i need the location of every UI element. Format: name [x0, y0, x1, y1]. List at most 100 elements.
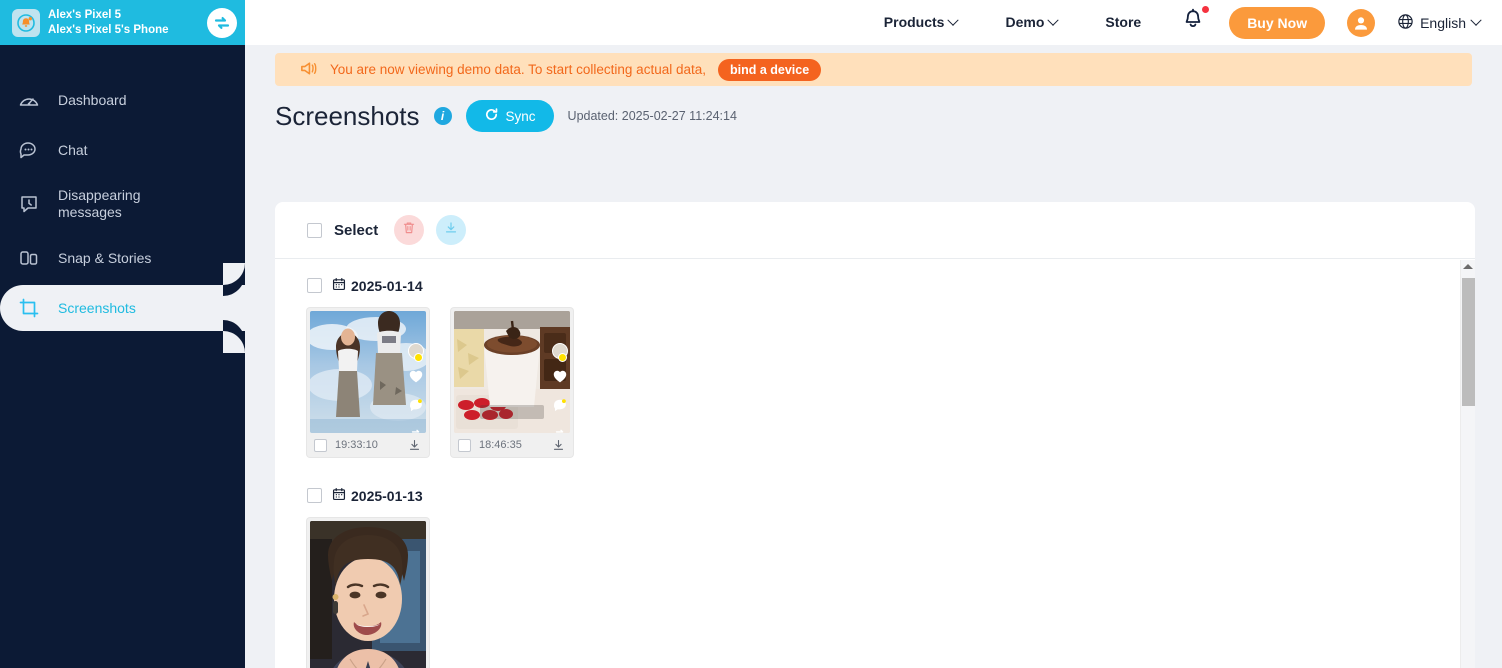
- device-names: Alex's Pixel 5 Alex's Pixel 5's Phone: [48, 8, 199, 37]
- date-group-label: 2025-01-13: [332, 487, 423, 504]
- screenshot-card[interactable]: 19:33:10: [307, 308, 429, 457]
- notification-bell-icon: [1181, 7, 1205, 38]
- date-text: 2025-01-14: [351, 277, 423, 294]
- sidebar-item-dashboard[interactable]: Dashboard: [0, 77, 245, 123]
- download-icon[interactable]: [407, 438, 422, 453]
- sidebar: Alex's Pixel 5 Alex's Pixel 5's Phone Da…: [0, 0, 245, 668]
- info-icon[interactable]: i: [433, 107, 452, 125]
- page-title: Screenshots: [275, 100, 420, 131]
- panel-toolbar: Select: [275, 202, 1475, 259]
- switch-device-icon[interactable]: [207, 7, 237, 38]
- screenshot-time: 18:46:35: [479, 439, 522, 451]
- demo-data-banner-text: You are now viewing demo data. To start …: [330, 62, 706, 77]
- share-repost-icon: [409, 428, 423, 433]
- screenshot-card-footer: 18:46:35: [454, 433, 570, 457]
- date-group-label: 2025-01-14: [332, 277, 423, 294]
- scroll-up-arrow-icon[interactable]: [1463, 264, 1473, 269]
- bell-app-icon: [12, 8, 40, 37]
- globe-icon: [1397, 13, 1414, 33]
- calendar-icon: [332, 277, 346, 294]
- delete-selected-button[interactable]: [394, 215, 425, 245]
- language-label: English: [1420, 14, 1466, 31]
- nav-products-label: Products: [883, 14, 945, 30]
- tiktok-action-rail: [552, 343, 568, 433]
- nav-store-label: Store: [1105, 14, 1142, 30]
- sidebar-item-disappearing-messages[interactable]: Disappearing messages: [0, 177, 245, 231]
- nav-products[interactable]: Products: [860, 0, 982, 45]
- download-icon: [443, 220, 459, 241]
- screenshot-checkbox[interactable]: [314, 438, 327, 452]
- date-group-header: 2025-01-13: [307, 487, 1475, 504]
- chevron-down-icon: [947, 14, 960, 26]
- date-group-checkbox[interactable]: [307, 278, 322, 293]
- screenshot-card-footer: 19:33:10: [310, 433, 426, 457]
- comment-icon: [553, 399, 567, 417]
- top-navigation-bar: Products Demo Store Buy Now English: [245, 0, 1502, 45]
- sidebar-item-screenshots[interactable]: Screenshots: [0, 263, 245, 353]
- sync-button[interactable]: Sync: [465, 100, 554, 132]
- sidebar-item-label: Snap & Stories: [58, 249, 152, 266]
- screenshot-time: 19:33:10: [335, 439, 378, 451]
- screenshot-card[interactable]: 18:46:35: [451, 308, 573, 457]
- sidebar-item-label: Dashboard: [58, 91, 127, 108]
- demo-data-banner: You are now viewing demo data. To start …: [275, 53, 1472, 86]
- megaphone-icon: [299, 59, 318, 81]
- user-avatar-icon[interactable]: [1347, 8, 1376, 37]
- screenshot-grid: 19:33:10: [307, 308, 1475, 457]
- main-content: You are now viewing demo data. To start …: [245, 45, 1502, 668]
- notification-bell-button[interactable]: [1165, 6, 1221, 38]
- nav-store[interactable]: Store: [1081, 0, 1165, 45]
- date-text: 2025-01-13: [351, 487, 423, 504]
- nav-demo-label: Demo: [1005, 14, 1045, 30]
- sidebar-item-label: Disappearing messages: [58, 187, 141, 220]
- chocolate-fondue-dessert-photo[interactable]: [454, 311, 570, 433]
- scroll-thumb[interactable]: [1462, 278, 1475, 406]
- chevron-down-icon: [1047, 14, 1060, 26]
- download-selected-button[interactable]: [436, 215, 467, 245]
- screenshots-crop-icon: [16, 295, 42, 321]
- disappearing-messages-icon: [16, 191, 42, 217]
- buy-now-button[interactable]: Buy Now: [1229, 6, 1326, 39]
- two-women-outfit-sky-photo[interactable]: [310, 311, 426, 433]
- dashboard-icon: [16, 87, 42, 113]
- device-selector-bar[interactable]: Alex's Pixel 5 Alex's Pixel 5's Phone: [0, 0, 245, 45]
- creator-avatar-icon: [552, 343, 568, 362]
- download-icon[interactable]: [551, 438, 566, 453]
- sync-button-label: Sync: [505, 108, 536, 124]
- page-header: Screenshots i Sync Updated: 2025-02-27 1…: [275, 100, 1502, 132]
- comment-icon: [409, 399, 423, 417]
- date-group-header: 2025-01-14: [307, 277, 1475, 294]
- bind-a-device-button[interactable]: bind a device: [717, 58, 822, 81]
- chevron-down-icon: [1470, 14, 1482, 26]
- sidebar-item-label: Chat: [58, 141, 88, 158]
- device-name-line2: Alex's Pixel 5's Phone: [48, 23, 169, 36]
- screenshot-checkbox[interactable]: [458, 438, 471, 452]
- calendar-icon: [332, 487, 346, 504]
- select-label: Select: [334, 221, 379, 239]
- heart-icon: [553, 370, 567, 388]
- snap-stories-icon: [16, 245, 42, 271]
- screenshot-card[interactable]: 19:33:10: [307, 518, 429, 668]
- screenshot-grid: 19:33:10: [307, 518, 1475, 668]
- trash-icon: [401, 220, 417, 241]
- vertical-scrollbar[interactable]: [1460, 260, 1475, 668]
- nav-demo[interactable]: Demo: [981, 0, 1081, 45]
- sidebar-item-label: Screenshots: [58, 299, 136, 316]
- tiktok-action-rail: [408, 343, 424, 433]
- share-repost-icon: [553, 428, 567, 433]
- creator-avatar-icon: [408, 343, 424, 362]
- heart-icon: [409, 370, 423, 388]
- app-root: Alex's Pixel 5 Alex's Pixel 5's Phone Da…: [0, 0, 1502, 668]
- sidebar-nav: Dashboard Chat Disappearing messages Sna…: [0, 45, 245, 353]
- sidebar-item-snap-stories[interactable]: Snap & Stories: [0, 235, 245, 281]
- select-all-checkbox[interactable]: [307, 222, 322, 238]
- screenshots-scroll-area[interactable]: 2025-01-14 19:33:10 18:46:35 2025-01-13: [275, 259, 1475, 668]
- language-selector[interactable]: English: [1397, 13, 1482, 33]
- smiling-woman-selfie-photo[interactable]: [310, 521, 426, 668]
- sync-refresh-icon: [484, 107, 499, 125]
- device-name-line1: Alex's Pixel 5: [48, 9, 122, 22]
- sidebar-item-chat[interactable]: Chat: [0, 127, 245, 173]
- updated-timestamp: Updated: 2025-02-27 11:24:14: [567, 109, 737, 123]
- notification-dot: [1202, 6, 1210, 13]
- date-group-checkbox[interactable]: [307, 488, 322, 503]
